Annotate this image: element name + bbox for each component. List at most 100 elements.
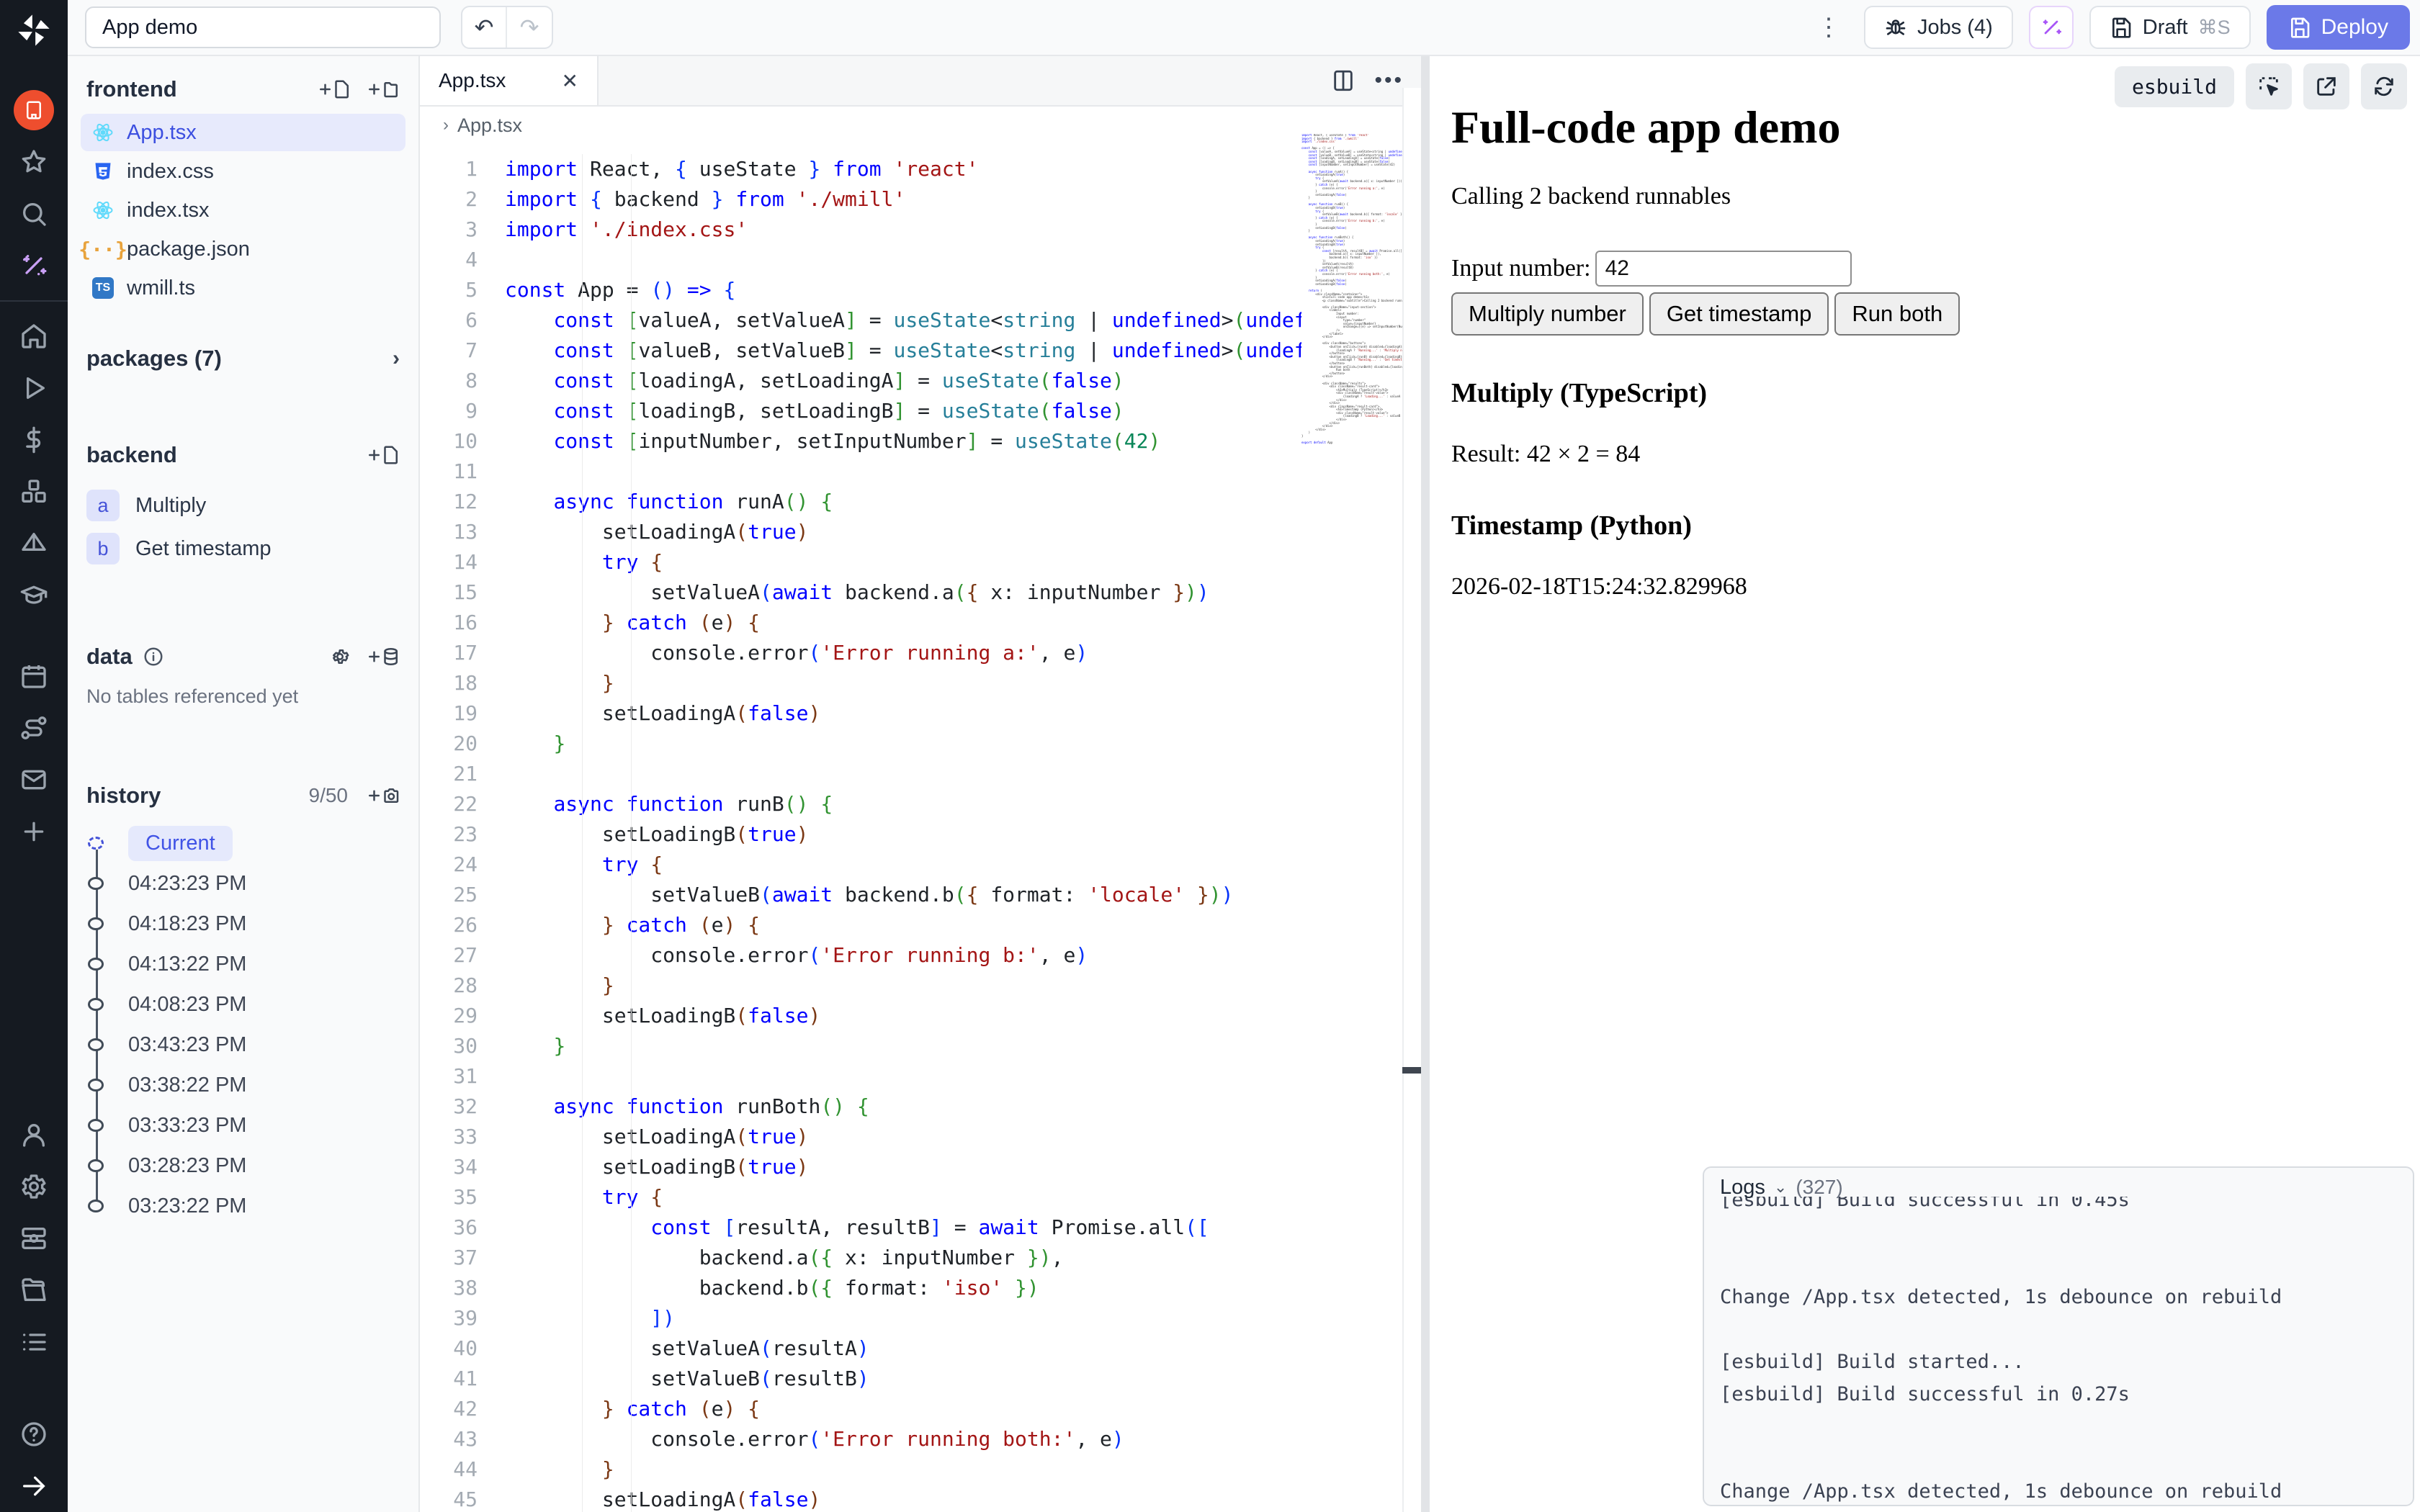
code-line: 13 setLoadingA(true) [420, 517, 1301, 547]
multiply-number-button[interactable]: Multiply number [1451, 292, 1644, 336]
file-item-app-tsx[interactable]: App.tsx [81, 114, 405, 151]
more-menu-icon[interactable]: ⋮ [1809, 13, 1848, 42]
history-current-row[interactable]: Current [86, 823, 400, 863]
data-settings-gear-icon[interactable] [329, 646, 351, 667]
code-line: 5const App = () => { [420, 275, 1301, 305]
open-external-button[interactable] [2303, 63, 2349, 109]
code-line: 21 [420, 759, 1301, 789]
input-number-field[interactable] [1595, 251, 1852, 287]
home-icon[interactable] [0, 310, 68, 362]
user-icon[interactable] [0, 1109, 68, 1161]
audit-list-icon[interactable] [0, 1316, 68, 1368]
run-both-button[interactable]: Run both [1834, 292, 1960, 336]
code-line: 42 } catch (e) { [420, 1394, 1301, 1424]
redo-button[interactable]: ↷ [507, 7, 552, 48]
draft-shortcut: ⌘S [2198, 17, 2231, 39]
flows-route-icon[interactable] [0, 702, 68, 754]
add-file-icon[interactable] [318, 78, 351, 100]
code-line: 6 const [valueA, setValueA] = useState<s… [420, 305, 1301, 336]
frontend-section-header: frontend [86, 76, 400, 102]
indent-guide [631, 154, 632, 1512]
history-counter: 9/50 [309, 784, 349, 807]
backend-title: backend [86, 442, 177, 468]
add-table-icon[interactable] [367, 646, 400, 667]
runnable-badge: a [86, 490, 120, 521]
add-snapshot-icon[interactable] [367, 785, 400, 806]
search-icon[interactable] [0, 188, 68, 240]
history-entry[interactable]: 04:08:23 PM [86, 984, 400, 1025]
history-dot-icon [88, 1079, 104, 1092]
runnable-get-timestamp[interactable]: bGet timestamp [86, 528, 400, 569]
code-line: 12 async function runA() { [420, 487, 1301, 517]
history-entry[interactable]: 03:43:23 PM [86, 1025, 400, 1065]
history-entry[interactable]: 03:33:23 PM [86, 1105, 400, 1146]
workspace-building-icon[interactable] [0, 84, 68, 136]
editor-more-icon[interactable]: ••• [1374, 68, 1404, 93]
add-runnable-icon[interactable] [367, 444, 400, 466]
app-name-input[interactable] [85, 6, 441, 48]
file-item-index-tsx[interactable]: index.tsx [81, 192, 405, 229]
rail-divider [0, 300, 68, 302]
mail-icon[interactable] [0, 754, 68, 806]
code-area[interactable]: 1import React, { useState } from 'react'… [420, 144, 1301, 1512]
get-timestamp-button[interactable]: Get timestamp [1649, 292, 1829, 336]
history-entry[interactable]: 03:38:22 PM [86, 1065, 400, 1105]
schedules-calendar-icon[interactable] [0, 650, 68, 702]
code-line: 44 } [420, 1454, 1301, 1485]
packages-section[interactable]: packages (7) › [86, 346, 400, 372]
file-item-package-json[interactable]: {··}package.json [81, 230, 405, 268]
windmill-logo-icon[interactable] [15, 12, 53, 53]
code-line: 20 } [420, 729, 1301, 759]
scrollbar-handle[interactable] [1402, 1067, 1421, 1074]
history-entry[interactable]: 04:18:23 PM [86, 904, 400, 944]
add-folder-icon[interactable] [367, 78, 400, 100]
logs-output[interactable]: [esbuild] Build successful in 0.45s Chan… [1704, 1197, 2413, 1505]
history-entry[interactable]: 03:28:23 PM [86, 1146, 400, 1186]
close-icon[interactable]: ✕ [562, 69, 578, 93]
minimap[interactable]: import React, { useState } from 'react'i… [1301, 134, 1402, 480]
split-editor-icon[interactable] [1331, 68, 1355, 93]
resources-cubes-icon[interactable] [0, 466, 68, 518]
plus-icon[interactable] [0, 806, 68, 858]
refresh-button[interactable] [2361, 63, 2407, 109]
json-file-icon: {··} [92, 238, 114, 260]
panel-resize-divider[interactable] [1421, 56, 1430, 1512]
inspect-select-button[interactable] [2246, 63, 2292, 109]
runs-play-icon[interactable] [0, 362, 68, 414]
backend-runnable-list: aMultiplybGet timestamp [86, 485, 400, 569]
runnable-multiply[interactable]: aMultiply [86, 485, 400, 526]
folders-icon[interactable] [0, 1264, 68, 1316]
draft-button[interactable]: Draft ⌘S [2089, 6, 2251, 49]
deploy-button[interactable]: Deploy [2267, 5, 2410, 50]
logs-title[interactable]: Logs [1720, 1176, 1765, 1200]
variables-dollar-icon[interactable] [0, 414, 68, 466]
history-timeline: Current 04:23:23 PM04:18:23 PM04:13:22 P… [86, 823, 400, 1226]
code-line: 36 const [resultA, resultB] = await Prom… [420, 1212, 1301, 1243]
chevron-down-icon[interactable]: ⌄ [1774, 1178, 1787, 1197]
packages-title: packages (7) [86, 346, 222, 372]
code-line: 8 const [loadingA, setLoadingA] = useSta… [420, 366, 1301, 396]
history-entry[interactable]: 03:23:22 PM [86, 1186, 400, 1226]
learn-graduation-icon[interactable] [0, 570, 68, 621]
tab-app-tsx[interactable]: App.tsx ✕ [420, 56, 599, 105]
star-icon[interactable] [0, 136, 68, 188]
history-section-header: history 9/50 [86, 783, 400, 809]
file-item-index-css[interactable]: index.css [81, 153, 405, 190]
expand-arrow-icon[interactable] [0, 1460, 68, 1512]
help-icon[interactable] [0, 1408, 68, 1460]
ai-wand-button[interactable] [2029, 6, 2074, 49]
jobs-button[interactable]: Jobs (4) [1864, 6, 2013, 49]
triggers-prism-icon[interactable] [0, 518, 68, 570]
code-line: 26 } catch (e) { [420, 910, 1301, 940]
editor-scrollbar[interactable] [1402, 88, 1421, 1512]
workers-server-icon[interactable] [0, 1212, 68, 1264]
magic-wand-icon[interactable] [0, 240, 68, 292]
history-entry[interactable]: 04:23:23 PM [86, 863, 400, 904]
chevron-icon: › [443, 115, 449, 135]
settings-gear-icon[interactable] [0, 1161, 68, 1212]
breadcrumb[interactable]: › App.tsx [420, 107, 1421, 144]
history-entry[interactable]: 04:13:22 PM [86, 944, 400, 984]
log-line [1720, 1443, 2413, 1475]
file-item-wmill-ts[interactable]: TSwmill.ts [81, 269, 405, 307]
undo-button[interactable]: ↶ [462, 7, 507, 48]
